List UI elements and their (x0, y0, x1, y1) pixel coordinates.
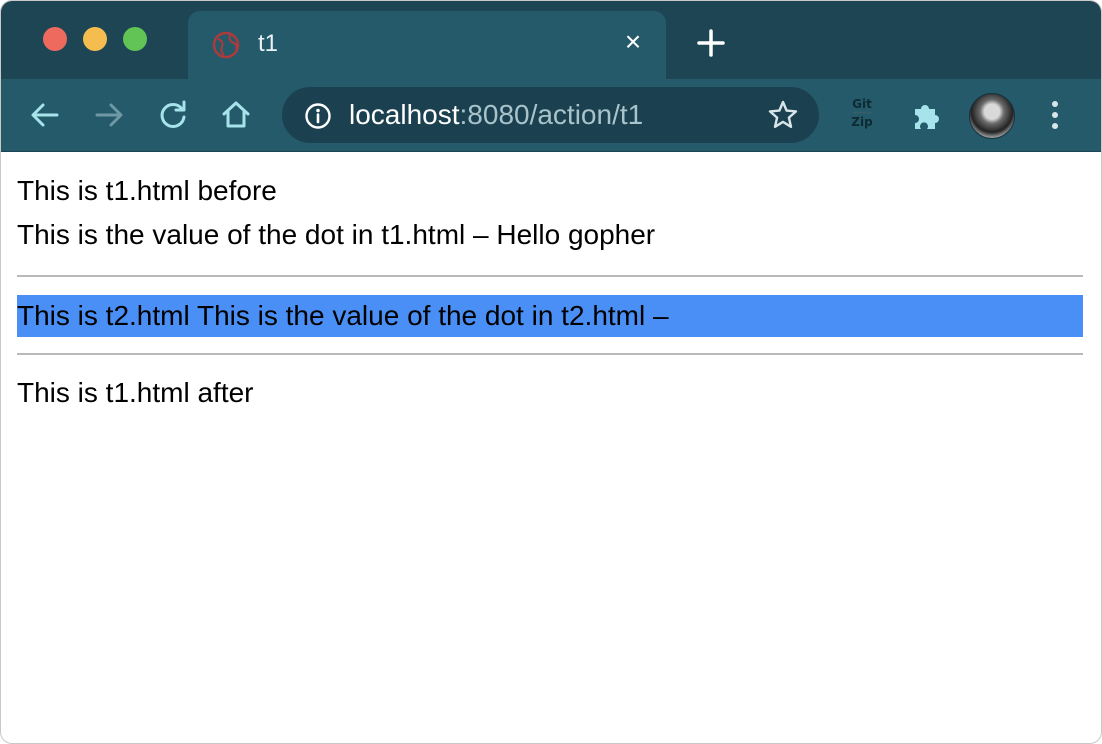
text-line-before: This is t1.html before (17, 175, 277, 206)
gitzip-text-zip: Zip (851, 115, 873, 129)
bookmark-star-icon[interactable] (767, 99, 799, 131)
forward-arrow-icon[interactable] (91, 97, 127, 133)
reload-icon[interactable] (155, 97, 191, 133)
horizontal-rule (17, 353, 1083, 355)
horizontal-rule (17, 275, 1083, 277)
text-line-dot-value: This is the value of the dot in t1.html … (17, 219, 656, 250)
window-minimize-button[interactable] (83, 27, 107, 51)
extensions-puzzle-icon[interactable] (909, 99, 943, 133)
info-icon[interactable] (304, 102, 332, 130)
tab-close-icon[interactable]: × (618, 27, 648, 57)
profile-avatar[interactable] (969, 93, 1015, 139)
page-content: This is t1.html before This is the value… (17, 153, 1083, 415)
window-controls (43, 27, 147, 51)
new-tab-icon[interactable] (695, 27, 727, 59)
tab-title: t1 (258, 30, 279, 57)
globe-icon (212, 31, 240, 59)
more-menu-icon[interactable] (1045, 97, 1065, 133)
tab-strip: t1 × (1, 1, 1101, 79)
toolbar: localhost:8080/action/t1 Git ▬▬▬▬ Zip (1, 79, 1101, 152)
text-line-after: This is t1.html after (17, 377, 254, 408)
url-text[interactable]: localhost:8080/action/t1 (349, 98, 643, 132)
home-icon[interactable] (218, 97, 254, 133)
address-bar[interactable]: localhost:8080/action/t1 (282, 87, 819, 143)
url-host: localhost (349, 99, 460, 130)
window-close-button[interactable] (43, 27, 67, 51)
back-arrow-icon[interactable] (27, 97, 63, 133)
url-path: :8080/action/t1 (459, 99, 644, 130)
window-maximize-button[interactable] (123, 27, 147, 51)
gitzip-extension-icon[interactable]: Git ▬▬▬▬ Zip (846, 98, 878, 132)
selected-text-line: This is t2.html This is the value of the… (17, 295, 1083, 337)
tab-t1[interactable]: t1 × (188, 11, 666, 79)
browser-window: t1 × localhost:8080/action/t1 Git ▬▬▬▬ Z… (0, 0, 1102, 744)
